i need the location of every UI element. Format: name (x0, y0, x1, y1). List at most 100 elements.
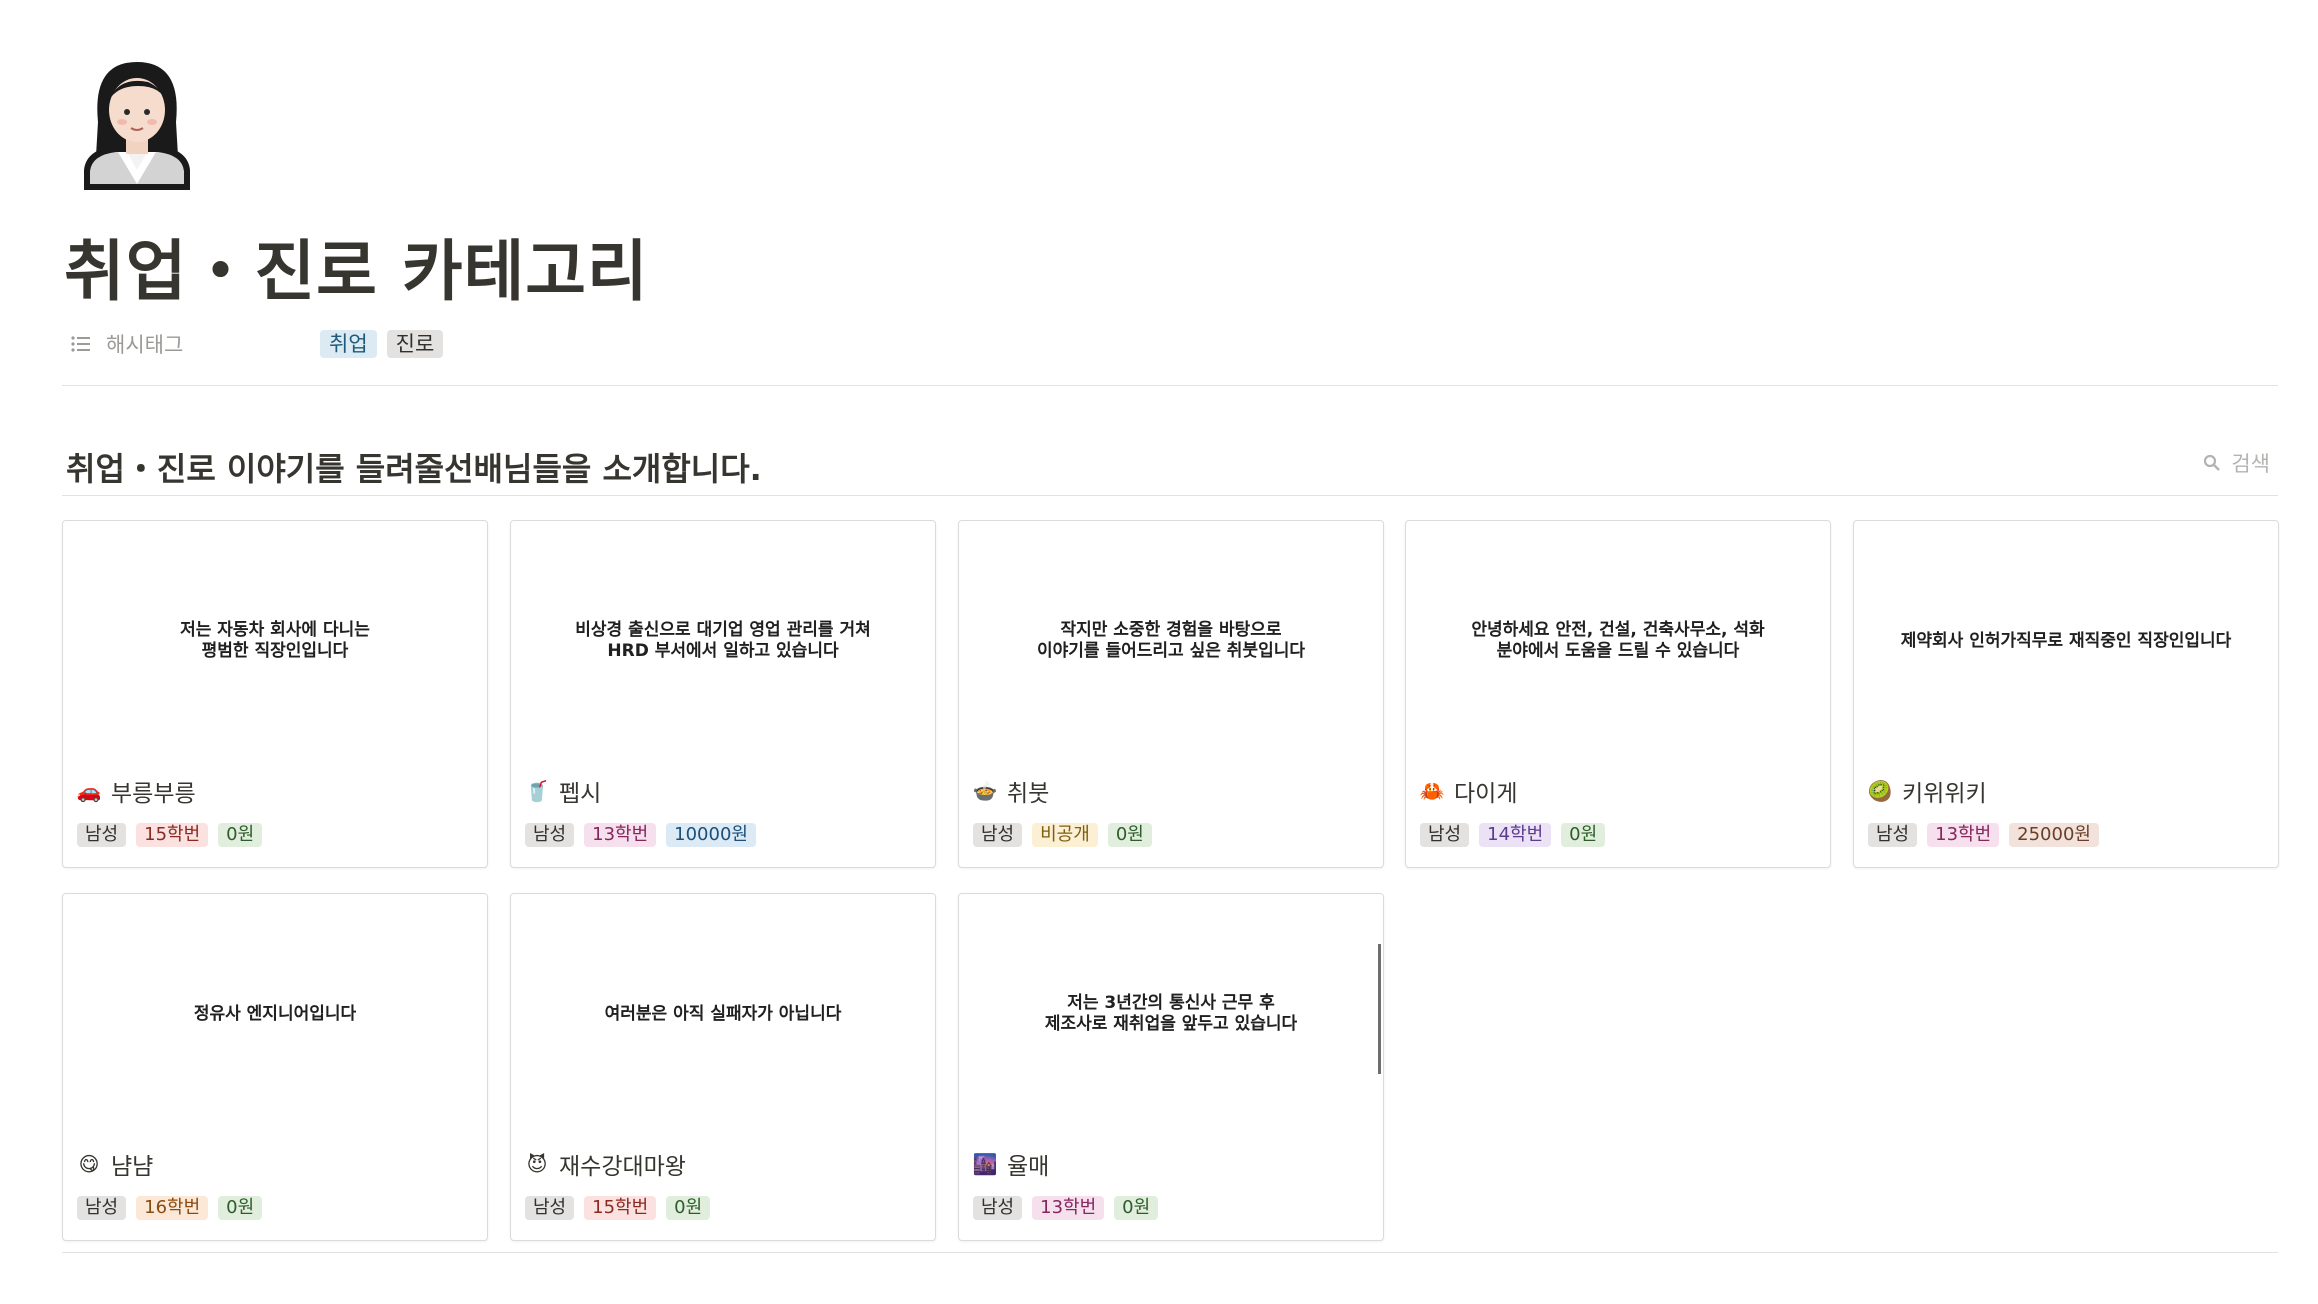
card-cover-line: 비상경 출신으로 대기업 영업 관리를 거쳐 (575, 620, 871, 640)
card-emoji-icon: 😈 (526, 1152, 548, 1176)
businesswoman-emoji-icon[interactable] (78, 52, 196, 192)
year-tag: 13학번 (584, 823, 657, 847)
year-tag: 15학번 (584, 1196, 657, 1220)
year-tag: 15학번 (136, 823, 209, 847)
card-cover-line: 분야에서 도움을 드릴 수 있습니다 (1496, 641, 1740, 661)
card-cover-text: 정유사 엔지니어입니다 (63, 894, 487, 1134)
card-cover-line: 정유사 엔지니어입니다 (193, 1003, 357, 1024)
year-tag: 13학번 (1032, 1196, 1105, 1220)
year-tag: 13학번 (1927, 823, 2000, 847)
card-cover-line: 작지만 소중한 경험을 바탕으로 (1060, 620, 1282, 640)
card-title[interactable]: 🦀 다이게 (1419, 774, 1518, 808)
gender-tag: 남성 (77, 1196, 127, 1220)
card-cover-line: HRD 부서에서 일하고 있습니다 (607, 641, 839, 661)
gallery-card[interactable]: 저는 자동차 회사에 다니는 평범한 직장인입니다 🚗 부릉부릉남성 15학번 0원 (62, 520, 488, 868)
card-cover-line: 이야기를 들어드리고 싶은 취붓입니다 (1037, 641, 1305, 661)
price-tag: 25000원 (2009, 823, 2099, 847)
search-label: 검색 (2231, 452, 2270, 476)
card-title-text: 펩시 (559, 781, 602, 807)
price-tag: 0원 (1561, 823, 1606, 847)
gender-tag: 남성 (1868, 823, 1918, 847)
card-tags: 남성 14학번 0원 (1420, 823, 1615, 847)
card-title[interactable]: 😋 냠냠 (77, 1147, 154, 1181)
divider (62, 1252, 2278, 1253)
card-title[interactable]: 🌆 율매 (972, 1147, 1050, 1181)
property-hashtag[interactable]: 해시태그 취업 진로 (70, 326, 453, 362)
card-cover-text: 작지만 소중한 경험을 바탕으로 이야기를 들어드리고 싶은 취붓입니다 (959, 521, 1383, 761)
page-title: 취업・진로 카테고리 (64, 233, 649, 310)
price-tag: 0원 (218, 1196, 263, 1220)
hashtag-tag-job[interactable]: 취업 (320, 330, 377, 358)
search-button[interactable]: 검색 (2203, 448, 2270, 478)
card-tags: 남성 비공개 0원 (973, 823, 1162, 847)
gender-tag: 남성 (77, 823, 127, 847)
card-title-text: 다이게 (1454, 781, 1518, 807)
card-title-text: 율매 (1007, 1154, 1050, 1180)
card-cover-line: 저는 자동차 회사에 다니는 (180, 620, 370, 640)
card-tags: 남성 13학번 0원 (973, 1196, 1168, 1220)
year-tag: 16학번 (136, 1196, 209, 1220)
card-title-text: 부릉부릉 (111, 781, 196, 807)
year-tag: 비공개 (1032, 823, 1098, 847)
gender-tag: 남성 (525, 1196, 575, 1220)
gallery-card[interactable]: 정유사 엔지니어입니다 😋 냠냠남성 16학번 0원 (62, 893, 488, 1241)
card-tags: 남성 13학번 10000원 (525, 823, 766, 847)
search-icon (2204, 454, 2221, 471)
card-emoji-icon: 🦀 (1419, 779, 1445, 803)
card-title-text: 키위위키 (1902, 781, 1987, 807)
card-emoji-icon: 😋 (78, 1152, 100, 1176)
price-tag: 0원 (1114, 1196, 1159, 1220)
card-tags: 남성 15학번 0원 (77, 823, 272, 847)
gender-tag: 남성 (1420, 823, 1470, 847)
page: 취업・진로 카테고리 해시태그 취업 진로 취업・진로 이야기를 들려줄선배님들… (0, 0, 2318, 1304)
card-emoji-icon: 🚗 (76, 779, 102, 803)
card-title[interactable]: 🚗 부릉부릉 (77, 774, 196, 808)
price-tag: 10000원 (666, 823, 756, 847)
list-icon (71, 336, 90, 352)
card-cover-line: 제약회사 인허가직무로 재직중인 직장인입니다 (1900, 630, 2232, 651)
property-name: 해시태그 (106, 333, 184, 357)
card-title[interactable]: 🥝 키위위키 (1868, 774, 1987, 808)
gallery-card[interactable]: 제약회사 인허가직무로 재직중인 직장인입니다 🥝 키위위키남성 13학번 25000원 (1853, 520, 2279, 868)
card-emoji-icon: 🥤 (524, 779, 550, 803)
gallery-card[interactable]: 비상경 출신으로 대기업 영업 관리를 거쳐 HRD 부서에서 일하고 있습니다 🥤… (510, 520, 936, 868)
card-tags: 남성 15학번 0원 (525, 1196, 720, 1220)
scrollbar[interactable] (1378, 944, 1381, 1074)
card-cover-text: 저는 자동차 회사에 다니는 평범한 직장인입니다 (63, 521, 487, 761)
card-title[interactable]: 🍲 취붓 (972, 774, 1050, 808)
card-tags: 남성 13학번 25000원 (1868, 823, 2109, 847)
card-cover-line: 여러분은 아직 실패자가 아닙니다 (604, 1003, 842, 1024)
card-cover-line: 평범한 직장인입니다 (201, 641, 349, 661)
price-tag: 0원 (1107, 823, 1152, 847)
card-cover-line: 안녕하세요 안전, 건설, 건축사무소, 석화 (1471, 620, 1765, 640)
card-title[interactable]: 😈 재수강대마왕 (525, 1147, 686, 1181)
card-title[interactable]: 🥤 펩시 (524, 774, 602, 808)
card-title-text: 재수강대마왕 (559, 1154, 686, 1180)
card-cover-line: 저는 3년간의 통신사 근무 후 (1067, 993, 1275, 1013)
gallery-card[interactable]: 안녕하세요 안전, 건설, 건축사무소, 석화 분야에서 도움을 드릴 수 있습니… (1405, 520, 1831, 868)
card-cover-text: 저는 3년간의 통신사 근무 후 제조사로 재취업을 앞두고 있습니다 (959, 894, 1383, 1134)
card-title-text: 취붓 (1007, 781, 1050, 807)
card-cover-text: 여러분은 아직 실패자가 아닙니다 (511, 894, 935, 1134)
year-tag: 14학번 (1479, 823, 1552, 847)
gender-tag: 남성 (525, 823, 575, 847)
card-cover-text: 안녕하세요 안전, 건설, 건축사무소, 석화 분야에서 도움을 드릴 수 있습니… (1406, 521, 1830, 761)
price-tag: 0원 (218, 823, 263, 847)
card-emoji-icon: 🍲 (972, 779, 998, 803)
gender-tag: 남성 (973, 1196, 1023, 1220)
divider (62, 495, 2278, 496)
gallery-card[interactable]: 저는 3년간의 통신사 근무 후 제조사로 재취업을 앞두고 있습니다 🌆 율매남성 1… (958, 893, 1384, 1241)
card-title-text: 냠냠 (111, 1154, 154, 1180)
gender-tag: 남성 (973, 823, 1023, 847)
card-cover-text: 비상경 출신으로 대기업 영업 관리를 거쳐 HRD 부서에서 일하고 있습니다 (511, 521, 935, 761)
price-tag: 0원 (666, 1196, 711, 1220)
gallery-heading: 취업・진로 이야기를 들려줄선배님들을 소개합니다. (66, 450, 762, 488)
gallery-card[interactable]: 여러분은 아직 실패자가 아닙니다 😈 재수강대마왕남성 15학번 0원 (510, 893, 936, 1241)
card-emoji-icon: 🥝 (1867, 779, 1893, 803)
card-cover-line: 제조사로 재취업을 앞두고 있습니다 (1044, 1014, 1298, 1034)
card-tags: 남성 16학번 0원 (77, 1196, 272, 1220)
gallery-card[interactable]: 작지만 소중한 경험을 바탕으로 이야기를 들어드리고 싶은 취붓입니다 🍲 취붓남성… (958, 520, 1384, 868)
card-emoji-icon: 🌆 (972, 1152, 998, 1176)
hashtag-tag-career[interactable]: 진로 (386, 330, 444, 358)
divider (62, 385, 2278, 386)
